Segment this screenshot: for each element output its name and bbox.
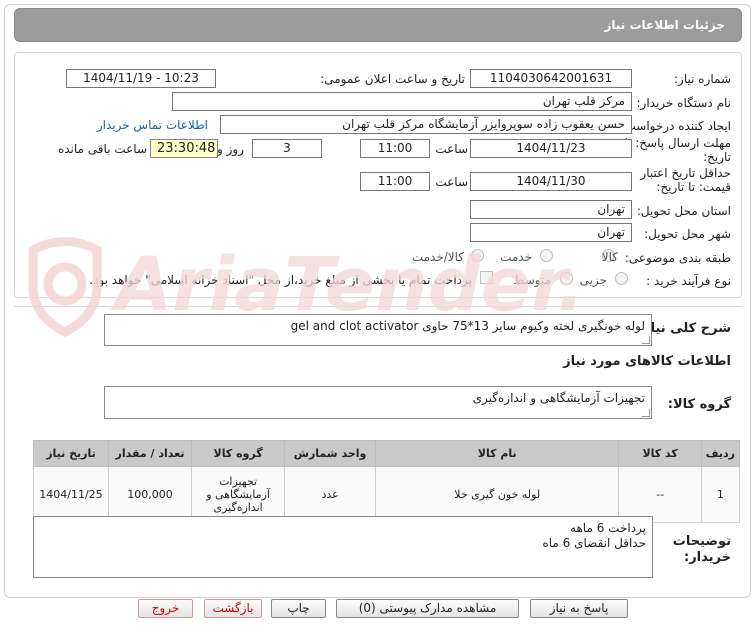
section-divider xyxy=(14,306,742,307)
buyer-org-field: مرکز قلب تهران xyxy=(172,92,632,111)
validity-label-2: قیمت: تا تاریخ: xyxy=(656,180,731,194)
table-header-row: ردیف کد کالا نام کالا واحد شمارش گروه کا… xyxy=(33,440,741,467)
col-unit: واحد شمارش xyxy=(284,440,376,467)
requester-field: حسن یعقوب زاده سوپروایزر آزمایشگاه مرکز … xyxy=(220,115,632,134)
province-label: استان محل تحویل: xyxy=(636,204,731,218)
process-radio-medium[interactable] xyxy=(560,272,573,285)
days-field: 3 xyxy=(252,139,322,158)
buyer-notes-label-2: خریدار: xyxy=(684,550,731,565)
cell-row-number: 1 xyxy=(700,466,741,523)
category-option-goods: کالا xyxy=(601,250,618,264)
resize-handle[interactable] xyxy=(642,336,650,344)
title-bar: جزئیات اطلاعات نیاز xyxy=(14,8,742,42)
city-field: تهران xyxy=(470,223,632,242)
cell-item-code: -- xyxy=(618,466,702,523)
buyer-note-line-1: پرداخت 6 ماهه xyxy=(570,521,646,535)
deadline-date-field: 1404/11/23 xyxy=(470,139,632,158)
days-label: روز و xyxy=(217,142,244,156)
buyer-contact-link[interactable]: اطلاعات تماس خریدار xyxy=(97,118,208,132)
announce-label: تاریخ و ساعت اعلان عمومی: xyxy=(320,72,465,86)
category-radio-service[interactable] xyxy=(540,249,553,262)
reply-button[interactable]: پاسخ به نیاز xyxy=(530,599,628,618)
cell-quantity: 100,000 xyxy=(107,466,193,523)
goods-table: ردیف کد کالا نام کالا واحد شمارش گروه کا… xyxy=(33,440,741,523)
back-button[interactable]: بازگشت xyxy=(204,599,262,618)
process-radio-minor[interactable] xyxy=(615,272,628,285)
category-radio-goods-service[interactable] xyxy=(471,249,484,262)
validity-time-label: ساعت xyxy=(435,175,468,189)
col-item-name: نام کالا xyxy=(374,440,620,467)
deadline-time-field: 11:00 xyxy=(360,139,430,158)
payment-note: پرداخت تمام یا بخشی از مبلغ خرید،از محل … xyxy=(89,273,472,287)
attachments-button[interactable]: مشاهده مدارک پیوستی (0) xyxy=(336,599,519,618)
cell-group: تجهیزات آزمایشگاهی و اندازه‌گیری xyxy=(191,466,286,523)
cell-item-name: لوله خون گیری خلا xyxy=(374,466,620,523)
need-number-label: شماره نیاز: xyxy=(674,72,731,86)
validity-label: حداقل تاریخ اعتبار xyxy=(640,166,731,180)
goods-group-text: تجهیزات آزمایشگاهی و اندازه‌گیری xyxy=(472,391,645,405)
table-row: 1 -- لوله خون گیری خلا عدد تجهیزات آزمای… xyxy=(33,466,741,523)
print-button[interactable]: چاپ xyxy=(271,599,326,618)
announce-datetime-field: 1404/11/19 - 10:23 xyxy=(66,69,216,88)
deadline-label-2: تاریخ: xyxy=(703,150,731,164)
col-quantity: تعداد / مقدار xyxy=(107,440,193,467)
col-row-number: ردیف xyxy=(700,440,741,467)
treasury-bonds-checkbox[interactable] xyxy=(480,271,493,284)
category-option-goods-service: کالا/خدمت xyxy=(411,250,464,264)
col-item-code: کد کالا xyxy=(618,440,702,467)
category-label: طبقه بندی موضوعی: xyxy=(624,251,731,265)
process-option-medium: متوسط xyxy=(513,273,551,287)
page-title: جزئیات اطلاعات نیاز xyxy=(604,18,725,32)
deadline-label: مهلت ارسال پاسخ: تا xyxy=(624,136,731,150)
validity-time-field: 11:00 xyxy=(360,172,430,191)
need-number-field: 1104030642001631 xyxy=(470,69,632,88)
goods-info-title: اطلاعات کالاهای مورد نیاز xyxy=(563,354,731,369)
requester-label: ایجاد کننده درخواست: xyxy=(620,119,731,133)
exit-button[interactable]: خروج xyxy=(138,599,193,618)
goods-group-box: تجهیزات آزمایشگاهی و اندازه‌گیری xyxy=(104,386,652,419)
category-option-service: خدمت xyxy=(500,250,532,264)
process-label: نوع فرآیند خرید : xyxy=(646,274,731,288)
validity-date-field: 1404/11/30 xyxy=(470,172,632,191)
process-option-minor: جزیی xyxy=(579,273,607,287)
buyer-org-label: نام دستگاه خریدار: xyxy=(636,96,732,110)
col-need-date: تاریخ نیاز xyxy=(33,440,109,467)
cell-need-date: 1404/11/25 xyxy=(33,466,109,523)
province-field: تهران xyxy=(470,200,632,219)
remaining-time-field: 23:30:48 xyxy=(150,139,218,158)
need-summary-box: لوله خونگیری لخته وکیوم سایز 13*75 حاوی … xyxy=(104,314,652,346)
buyer-notes-label: توضیحات xyxy=(672,534,731,549)
need-summary-text: لوله خونگیری لخته وکیوم سایز 13*75 حاوی … xyxy=(290,319,645,333)
deadline-time-label: ساعت xyxy=(435,142,468,156)
buyer-notes-box: پرداخت 6 ماهه حداقل انقضای 6 ماه xyxy=(33,516,653,578)
resize-handle[interactable] xyxy=(642,409,650,417)
cell-unit: عدد xyxy=(284,466,376,523)
city-label: شهر محل تحویل: xyxy=(644,227,731,241)
goods-group-label: گروه کالا: xyxy=(667,397,731,412)
remaining-time-label: ساعت باقی مانده xyxy=(57,142,147,156)
col-group: گروه کالا xyxy=(191,440,286,467)
buyer-note-line-2: حداقل انقضای 6 ماه xyxy=(542,536,646,550)
